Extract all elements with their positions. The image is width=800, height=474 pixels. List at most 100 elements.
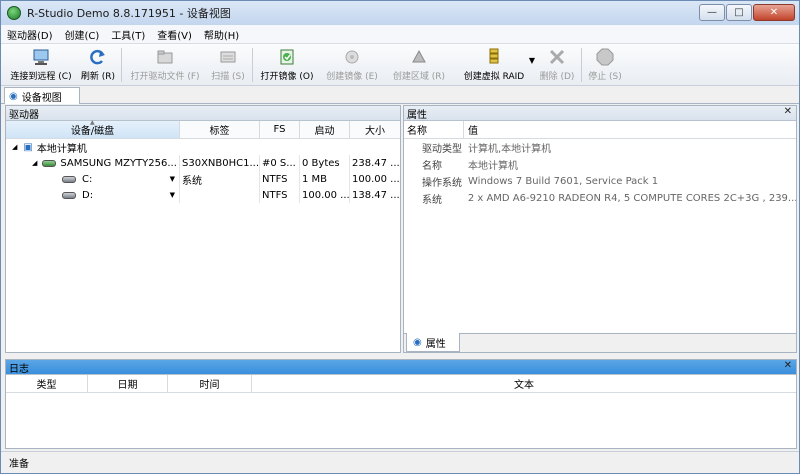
list-item[interactable]: 系统 2 x AMD A6-9210 RADEON R4, 5 COMPUTE … — [404, 190, 796, 207]
row-device: SAMSUNG MZYTY256... — [60, 157, 177, 169]
col-type[interactable]: 类型 — [6, 375, 88, 392]
drives-panel: 驱动器 设备/磁盘 ▲ 标签 FS 启动 大小 ◢ ▣ 本地计算机 ◢ SAMS… — [5, 105, 401, 353]
drives-column-headers: 设备/磁盘 ▲ 标签 FS 启动 大小 — [6, 119, 400, 139]
scan-label: 扫描 (S) — [211, 72, 245, 82]
connect-remote-button[interactable]: 连接到远程 (C) — [5, 44, 77, 86]
maximize-button[interactable]: □ — [726, 4, 752, 21]
tab-properties[interactable]: ◉ 属性 — [406, 333, 460, 352]
computer-icon — [31, 47, 51, 67]
status-bar: 准备 — [1, 451, 799, 473]
col-size[interactable]: 大小 — [350, 121, 400, 138]
col-text[interactable]: 文本 — [252, 375, 796, 392]
window-controls: — □ ✕ — [698, 4, 795, 21]
tab-device-view-label: 设备视图 — [21, 92, 62, 104]
list-item[interactable]: 名称 本地计算机 — [404, 156, 796, 173]
computer-icon: ▣ — [23, 141, 33, 153]
dropdown-arrow-icon[interactable]: ▼ — [170, 175, 175, 183]
row-size: 238.47 ... — [352, 157, 400, 169]
drive-icon — [62, 191, 76, 199]
drives-panel-title: 驱动器 — [9, 109, 39, 121]
create-virtual-raid-button[interactable]: 创建虚拟 RAID ▼ — [453, 44, 535, 86]
delete-button[interactable]: 删除 (D) — [535, 44, 579, 86]
stop-icon — [595, 47, 615, 67]
col-date[interactable]: 日期 — [88, 375, 168, 392]
delete-icon — [547, 47, 567, 67]
drives-panel-header: 驱动器 — [6, 106, 400, 121]
collapse-icon[interactable]: ◢ — [32, 159, 37, 167]
row-device-cell: ◢ SAMSUNG MZYTY256... — [6, 155, 180, 171]
close-icon[interactable]: ✕ — [784, 106, 792, 117]
row-device-cell: C: ▼ — [6, 171, 180, 187]
create-image-button[interactable]: 创建镜像 (E) — [319, 44, 385, 86]
col-start[interactable]: 启动 — [300, 121, 350, 138]
delete-label: 删除 (D) — [539, 72, 575, 82]
col-value[interactable]: 值 — [464, 121, 794, 138]
dropdown-arrow-icon[interactable]: ▼ — [529, 56, 535, 65]
tab-device-view[interactable]: ◉ 设备视图 — [4, 87, 80, 104]
close-button[interactable]: ✕ — [753, 4, 795, 21]
table-row[interactable]: C: ▼ 系统 NTFS 1 MB 100.00 ... — [6, 171, 400, 187]
view-tabstrip: ◉ 设备视图 — [1, 86, 799, 104]
stop-label: 停止 (S) — [588, 72, 622, 82]
row-device: D: — [82, 189, 94, 201]
folder-icon — [155, 47, 175, 67]
prop-name: 操作系统 — [422, 178, 462, 189]
row-start: 100.00 ... — [300, 187, 350, 203]
prop-value: 本地计算机 — [468, 161, 518, 172]
status-text: 准备 — [9, 459, 29, 470]
scan-button[interactable]: 扫描 (S) — [206, 44, 250, 86]
region-icon — [409, 47, 429, 67]
table-row[interactable]: ◢ SAMSUNG MZYTY256... S30XNB0HC1... #0 S… — [6, 155, 400, 171]
col-fs[interactable]: FS — [260, 121, 300, 138]
log-panel-title: 日志 — [9, 363, 29, 375]
properties-panel-header: 属性 ✕ — [404, 106, 796, 121]
minimize-button[interactable]: — — [699, 4, 725, 21]
menu-bar: 驱动器(D) 创建(C) 工具(T) 查看(V) 帮助(H) — [1, 25, 799, 44]
row-fs: NTFS — [260, 187, 300, 203]
properties-column-headers: 名称 值 — [404, 121, 796, 139]
open-image-label: 打开镜像 (O) — [260, 72, 314, 82]
open-drive-files-button[interactable]: 打开驱动文件 (F) — [124, 44, 206, 86]
col-size-label: 大小 — [365, 126, 385, 137]
window-title: R-Studio Demo 8.8.171951 - 设备视图 — [27, 7, 231, 20]
menu-view[interactable]: 查看(V) — [151, 27, 198, 42]
collapse-icon[interactable]: ◢ — [12, 143, 17, 151]
menu-create[interactable]: 创建(C) — [59, 27, 106, 42]
title-bar: R-Studio Demo 8.8.171951 - 设备视图 — □ ✕ — [1, 1, 799, 25]
scan-icon — [218, 47, 238, 67]
row-size: 138.47 ... — [352, 189, 400, 201]
tree-node-computer[interactable]: ◢ ▣ 本地计算机 — [6, 139, 400, 155]
col-label[interactable]: 标签 — [180, 121, 260, 138]
tab-properties-label: 属性 — [425, 338, 446, 350]
refresh-button[interactable]: 刷新 (R) — [77, 44, 119, 86]
col-label-label: 标签 — [209, 126, 230, 137]
properties-panel-title: 属性 — [407, 109, 427, 121]
col-value-label: 值 — [468, 126, 478, 137]
row-label: 系统 — [180, 171, 260, 187]
table-row[interactable]: D: ▼ NTFS 100.00 ... 138.47 ... — [6, 187, 400, 203]
create-region-label: 创建区域 (R) — [392, 72, 446, 82]
device-view-icon: ◉ — [9, 90, 18, 102]
col-date-label: 日期 — [117, 380, 138, 391]
list-item[interactable]: 操作系统 Windows 7 Build 7601, Service Pack … — [404, 173, 796, 190]
close-icon[interactable]: ✕ — [784, 360, 792, 371]
prop-value: 2 x AMD A6-9210 RADEON R4, 5 COMPUTE COR… — [467, 193, 796, 204]
properties-tabstrip: ◉ 属性 — [404, 333, 796, 352]
dropdown-arrow-icon[interactable]: ▼ — [170, 191, 175, 199]
col-time[interactable]: 时间 — [168, 375, 252, 392]
row-device-cell: D: ▼ — [6, 187, 180, 203]
menu-tools[interactable]: 工具(T) — [105, 27, 151, 42]
table-row[interactable]: ◢ ▣ 本地计算机 — [6, 139, 400, 155]
col-name[interactable]: 名称 — [404, 121, 464, 138]
menu-help[interactable]: 帮助(H) — [198, 27, 245, 42]
list-item[interactable]: 驱动类型 计算机,本地计算机 — [404, 139, 796, 156]
row-device: 本地计算机 — [36, 143, 87, 155]
create-region-button[interactable]: 创建区域 (R) — [385, 44, 453, 86]
open-image-button[interactable]: 打开镜像 (O) — [255, 44, 319, 86]
create-image-icon — [342, 47, 362, 67]
stop-button[interactable]: 停止 (S) — [584, 44, 626, 86]
menu-drive[interactable]: 驱动器(D) — [1, 27, 59, 42]
col-device[interactable]: 设备/磁盘 ▲ — [6, 119, 180, 138]
open-image-icon — [277, 47, 297, 67]
refresh-icon — [88, 47, 108, 67]
